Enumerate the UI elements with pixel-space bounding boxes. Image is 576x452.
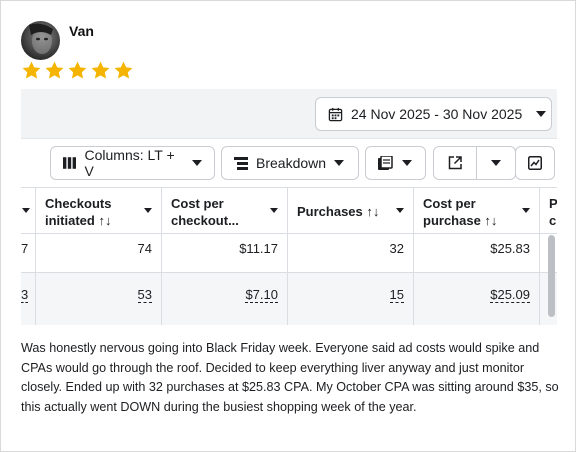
column-header-cost-per-purchase[interactable]: Cost per purchase ↑↓ bbox=[414, 188, 540, 234]
star-rating bbox=[21, 60, 134, 81]
chevron-down-icon bbox=[402, 160, 412, 166]
export-icon bbox=[448, 156, 462, 170]
table-cell: $25.09 bbox=[414, 273, 540, 325]
columns-icon bbox=[63, 157, 77, 169]
column-header-cost-per-checkout[interactable]: Cost per checkout... bbox=[162, 188, 288, 234]
column-header-purchases[interactable]: Purchases ↑↓ bbox=[288, 188, 414, 234]
review-card: Van 24 Nov 2025 - 30 Nov 2025 Columns: L… bbox=[0, 0, 576, 452]
table-cell: 7 bbox=[21, 234, 36, 272]
breakdown-label: Breakdown bbox=[256, 155, 327, 171]
reports-icon bbox=[378, 156, 393, 170]
date-range-label: 24 Nov 2025 - 30 Nov 2025 bbox=[351, 106, 523, 122]
avatar[interactable] bbox=[21, 21, 60, 60]
export-button[interactable] bbox=[433, 146, 477, 180]
chevron-down-icon bbox=[192, 160, 202, 166]
star-icon bbox=[68, 61, 87, 79]
star-icon bbox=[114, 61, 133, 79]
calendar-icon bbox=[328, 107, 343, 121]
chevron-down-icon bbox=[144, 208, 152, 213]
chart-icon bbox=[528, 156, 542, 170]
column-header-checkouts-initiated[interactable]: Checkouts initiated ↑↓ bbox=[36, 188, 162, 234]
chevron-down-icon bbox=[536, 111, 547, 117]
column-header-line: c bbox=[549, 213, 557, 228]
chevron-down-icon bbox=[270, 208, 278, 213]
column-header-truncated[interactable]: Pc bbox=[540, 188, 557, 234]
columns-button[interactable]: Columns: LT + V bbox=[50, 146, 215, 180]
review-text: Was honestly nervous going into Black Fr… bbox=[21, 341, 559, 414]
table-row[interactable]: 7 74 $11.17 32 $25.83 bbox=[21, 234, 557, 273]
table-cell: $25.83 bbox=[414, 234, 540, 272]
vertical-scrollbar[interactable] bbox=[548, 235, 555, 317]
star-icon bbox=[91, 61, 110, 79]
table-cell: 15 bbox=[288, 273, 414, 325]
export-options-button[interactable] bbox=[476, 146, 516, 180]
columns-label: Columns: LT + V bbox=[84, 147, 175, 179]
chevron-down-icon bbox=[522, 208, 530, 213]
chevron-down-icon bbox=[396, 208, 404, 213]
column-header-line: Checkouts bbox=[45, 196, 112, 211]
table-cell: $11.17 bbox=[162, 234, 288, 272]
column-header-line: P bbox=[549, 196, 557, 211]
breakdown-icon bbox=[234, 156, 248, 170]
star-icon bbox=[45, 61, 64, 79]
date-range-picker[interactable]: 24 Nov 2025 - 30 Nov 2025 bbox=[315, 97, 552, 131]
ads-manager-screenshot: 24 Nov 2025 - 30 Nov 2025 Columns: LT + … bbox=[21, 89, 557, 327]
metrics-table: Checkouts initiated ↑↓ Cost per checkout..… bbox=[21, 187, 557, 327]
column-header-line: initiated ↑↓ bbox=[45, 213, 112, 228]
column-header-line: Cost per bbox=[171, 196, 224, 211]
table-cell: 74 bbox=[36, 234, 162, 272]
table-cell: $7.10 bbox=[162, 273, 288, 325]
author-name: Van bbox=[69, 23, 94, 39]
column-header-prev[interactable] bbox=[21, 188, 36, 234]
chart-button[interactable] bbox=[515, 146, 555, 180]
table-cell: 32 bbox=[288, 234, 414, 272]
breakdown-button[interactable]: Breakdown bbox=[221, 146, 359, 180]
chevron-down-icon bbox=[22, 208, 30, 213]
star-icon bbox=[22, 61, 41, 79]
table-row[interactable]: 3 53 $7.10 15 $25.09 bbox=[21, 273, 557, 325]
column-header-line: Cost per bbox=[423, 196, 476, 211]
chevron-down-icon bbox=[491, 160, 501, 166]
chevron-down-icon bbox=[334, 160, 345, 166]
reports-button[interactable] bbox=[365, 146, 426, 180]
column-header-line: checkout... bbox=[171, 213, 239, 228]
column-header-line: purchase ↑↓ bbox=[423, 213, 498, 228]
table-cell: 53 bbox=[36, 273, 162, 325]
table-cell: 3 bbox=[21, 273, 36, 325]
column-header-line: Purchases ↑↓ bbox=[297, 204, 380, 219]
